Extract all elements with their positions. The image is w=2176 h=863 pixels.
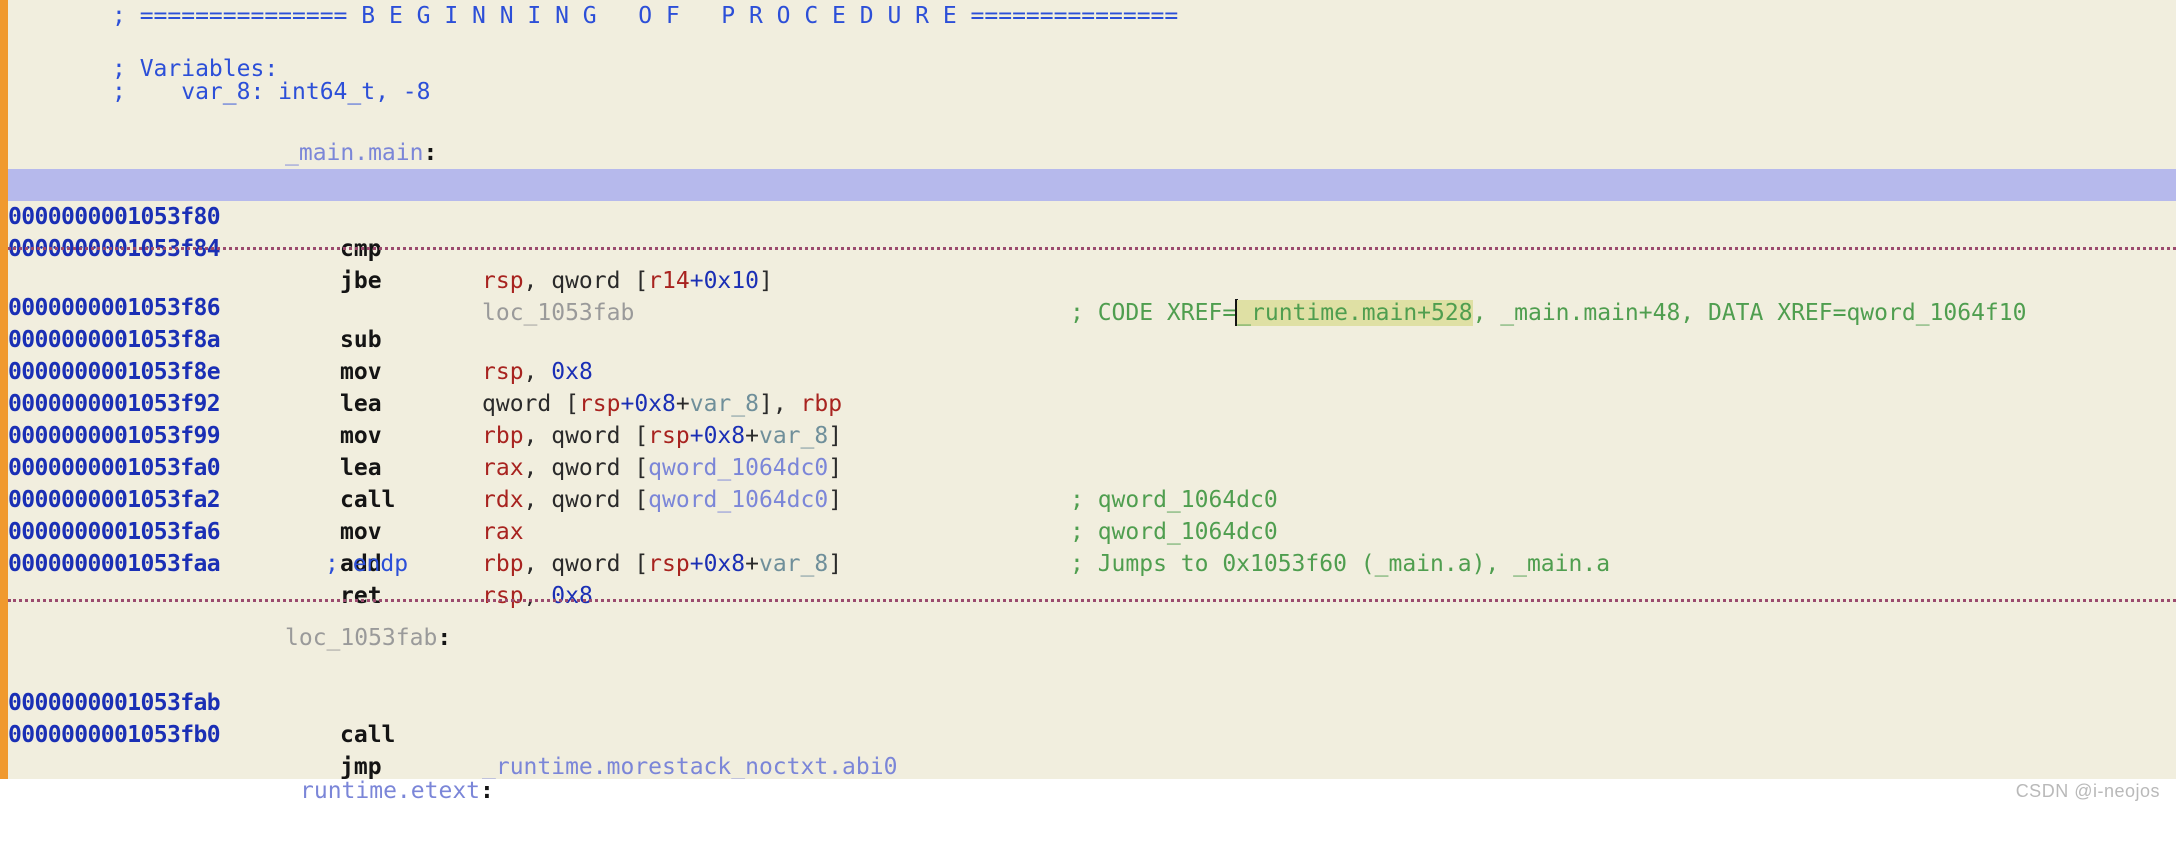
instruction-comment: ; Jumps to 0x1053f60 (_main.a), _main.a xyxy=(1070,551,1611,577)
instruction-row[interactable]: 0000000001053fa6 add rsp, 0x8 xyxy=(0,484,2176,609)
variables-entry: ; var_8: int64_t, -8 xyxy=(112,79,431,105)
instruction-row[interactable]: 0000000001053faa ret xyxy=(0,516,2176,609)
instruction-row[interactable]: 0000000001053f8e lea rbp, qword [rsp+0x8… xyxy=(0,324,2176,449)
instruction-row[interactable]: 0000000001053fb0 jmp _main.main ; _main.… xyxy=(0,687,2176,779)
instruction-row[interactable]: 0000000001053f86 sub rsp, 0x8 xyxy=(0,260,2176,385)
instruction-operands[interactable]: _runtime.morestack_noctxt.abi0 xyxy=(482,751,897,779)
disassembly-view: ; =============== B E G I N N I N G O F … xyxy=(0,0,2176,804)
loc-label-colon: : xyxy=(437,625,452,651)
instruction-row[interactable]: 0000000001053fa0 call rax ; Jumps to 0x1… xyxy=(0,420,2176,577)
instruction-operands: rsp, 0x8 xyxy=(482,583,593,609)
etext-row[interactable]: runtime.etext: xyxy=(0,777,2176,805)
instruction-mnemonic: jmp xyxy=(340,754,382,779)
instruction-row[interactable]: 0000000001053f92 mov rax, qword [qword_1… xyxy=(0,356,2176,513)
instruction-address: 0000000001053fb0 xyxy=(8,722,221,748)
instruction-row[interactable]: 0000000001053f99 lea rdx, qword [qword_1… xyxy=(0,388,2176,545)
disassembly-panel[interactable]: ; =============== B E G I N N I N G O F … xyxy=(0,0,2176,779)
block-separator xyxy=(8,247,2176,250)
left-margin-gutter xyxy=(0,0,8,779)
etext-label-colon: : xyxy=(480,778,494,804)
instruction-row[interactable]: 0000000001053f8a mov qword [rsp+0x8+var_… xyxy=(0,292,2176,417)
procedure-banner: ; =============== B E G I N N I N G O F … xyxy=(112,3,1179,29)
etext-label-name: runtime.etext xyxy=(300,778,481,804)
instruction-operands: rbp, qword [rsp+0x8+var_8] xyxy=(482,551,843,577)
instruction-row[interactable]: 0000000001053fab call _runtime.morestack… xyxy=(0,655,2176,779)
function-label-colon: : xyxy=(423,140,438,166)
instruction-mnemonic: ret xyxy=(340,583,382,609)
instruction-address: 0000000001053faa xyxy=(8,551,221,577)
endp-marker: ; endp xyxy=(325,551,409,577)
instruction-row[interactable]: 0000000001053f80 cmp rsp, qword [r14+0x1… xyxy=(0,169,2176,326)
function-label[interactable]: _main.main: xyxy=(285,140,437,166)
instruction-row[interactable]: 0000000001053fa2 mov rbp, qword [rsp+0x8… xyxy=(0,452,2176,577)
etext-label[interactable]: runtime.etext: xyxy=(300,777,494,805)
function-label-name: _main.main xyxy=(285,140,424,166)
watermark: CSDN @i-neojos xyxy=(2015,781,2160,801)
instruction-row[interactable]: 0000000001053f84 jbe loc_1053fab xyxy=(0,201,2176,326)
loc-label-name: loc_1053fab xyxy=(285,625,438,651)
loc-label[interactable]: loc_1053fab: xyxy=(285,625,451,651)
instruction-mnemonic: call xyxy=(340,722,396,748)
block-separator xyxy=(8,599,2176,602)
